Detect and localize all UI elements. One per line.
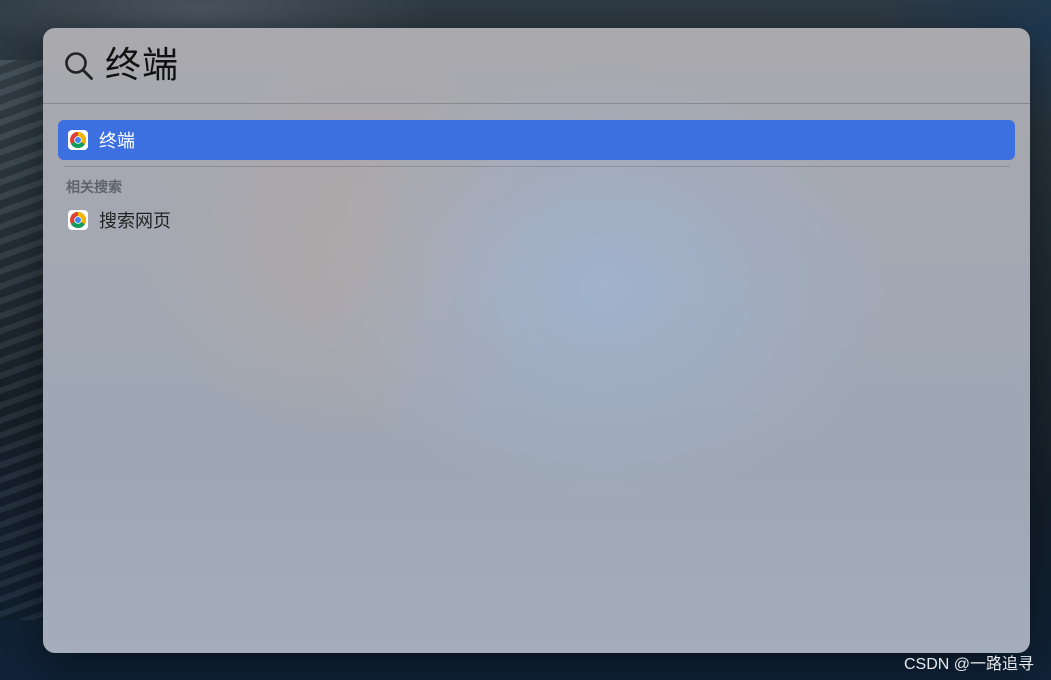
desktop-wallpaper: 终端 终端 相关搜索 搜索网页 CSDN @一路追寻: [0, 0, 1051, 680]
spotlight-search-bar[interactable]: 终端: [43, 28, 1030, 104]
top-hit-result[interactable]: 终端: [58, 120, 1015, 160]
top-hit-label: 终端: [99, 131, 135, 152]
watermark: CSDN @一路追寻: [903, 656, 1034, 673]
spotlight-panel: 终端 终端 相关搜索 搜索网页: [43, 28, 1030, 653]
related-result-label: 搜索网页: [99, 211, 171, 232]
search-icon: [65, 51, 93, 80]
related-result-web-search[interactable]: 搜索网页: [58, 200, 1015, 240]
search-input[interactable]: 终端: [105, 47, 179, 84]
chrome-icon: [68, 130, 88, 150]
chrome-icon: [68, 210, 88, 230]
section-divider: [65, 166, 1010, 167]
related-searches-header: 相关搜索: [66, 180, 122, 196]
